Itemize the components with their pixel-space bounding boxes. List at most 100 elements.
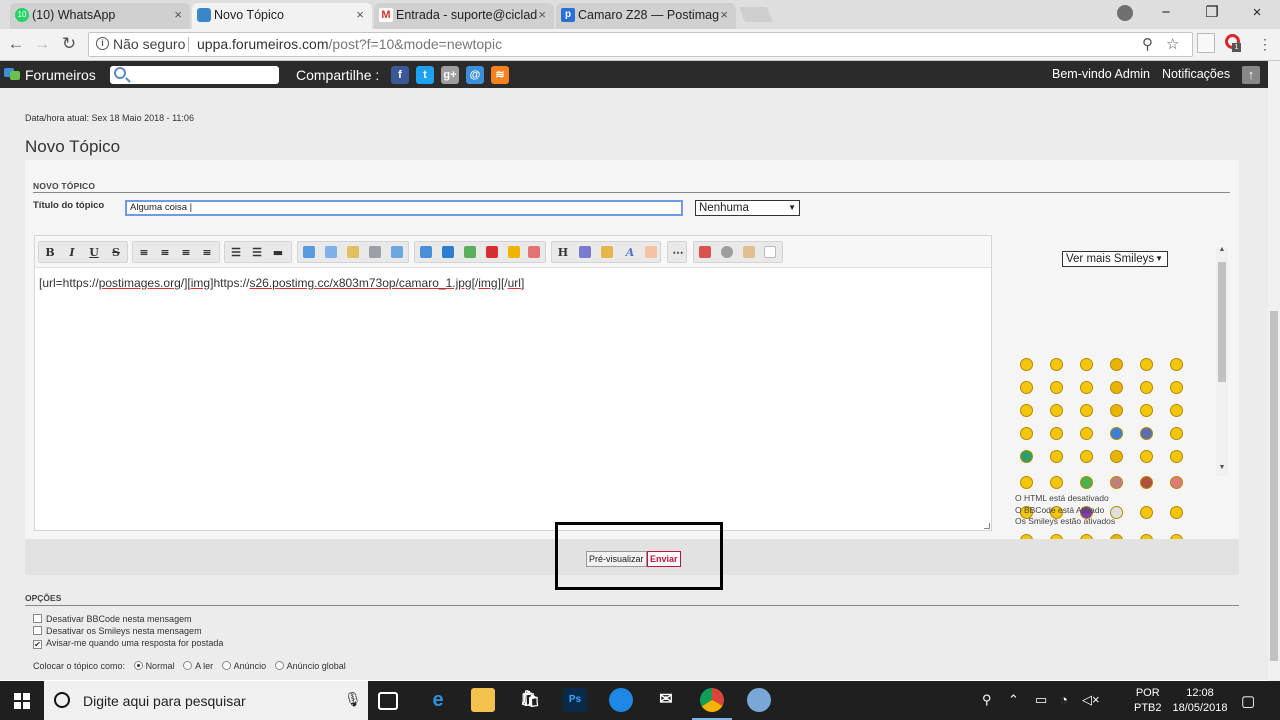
smiley-icon[interactable] (1170, 404, 1183, 417)
edge-icon[interactable]: e (426, 688, 450, 712)
forward-icon[interactable]: → (31, 33, 53, 55)
smiley-icon[interactable] (1170, 427, 1183, 440)
smiley-icon[interactable] (1020, 450, 1033, 463)
smiley-scrollbar[interactable]: ▲ ▼ (1216, 246, 1228, 476)
bullet-list-icon[interactable]: ☰ (229, 246, 243, 260)
preview-icon[interactable] (721, 246, 733, 258)
action-center-icon[interactable]: ▢ (1241, 692, 1255, 710)
smiley-icon[interactable] (1080, 427, 1093, 440)
resize-handle[interactable] (984, 523, 990, 529)
extension-icon[interactable] (1197, 33, 1215, 53)
smiley-icon[interactable] (1050, 476, 1063, 489)
more-icon[interactable]: ⋯ (671, 246, 685, 260)
smiley-icon[interactable] (1110, 450, 1123, 463)
page-scrollbar[interactable] (1268, 61, 1280, 681)
message-editor[interactable]: B I U S ≡ ≡ ≡ ≡ ☰ ☰ ▬ H A ⋯ [url=https:/… (34, 235, 992, 531)
editor-content[interactable]: [url=https://postimages.org/][img]https:… (39, 276, 524, 290)
mail-icon[interactable]: ✉ (654, 688, 678, 712)
close-icon[interactable]: × (720, 3, 728, 27)
safari-icon[interactable] (609, 688, 633, 712)
smiley-icon[interactable] (1170, 358, 1183, 371)
bookmark-star-icon[interactable]: ☆ (1166, 35, 1179, 53)
back-icon[interactable]: ← (5, 33, 27, 55)
smiley-icon[interactable] (1140, 404, 1153, 417)
scrollbar-thumb[interactable] (1218, 262, 1226, 382)
smiley-icon[interactable] (1050, 450, 1063, 463)
smiley-icon[interactable] (1140, 427, 1153, 440)
strike-icon[interactable]: S (109, 246, 123, 260)
spoiler-icon[interactable] (347, 246, 359, 258)
smiley-icon[interactable] (1020, 358, 1033, 371)
smiley-icon[interactable] (1080, 381, 1093, 394)
close-icon[interactable]: × (174, 3, 182, 27)
scroll-up-icon[interactable]: ▲ (1216, 246, 1228, 253)
topic-title-input[interactable]: Alguma coisa | (125, 200, 683, 216)
smiley-icon[interactable] (1080, 476, 1093, 489)
source-icon[interactable] (764, 246, 776, 258)
maximize-button[interactable]: ❐ (1189, 0, 1235, 28)
option-notify-reply[interactable]: ✔ Avisar-me quando uma resposta for posta… (33, 638, 223, 649)
clear-format-icon[interactable] (528, 246, 540, 258)
scroll-down-icon[interactable]: ▼ (1216, 464, 1228, 471)
youtube-icon[interactable] (486, 246, 498, 258)
smiley-icon[interactable] (1020, 476, 1033, 489)
smiley-icon[interactable] (1110, 381, 1123, 394)
flash-icon[interactable] (508, 246, 520, 258)
rss-icon[interactable]: ≋ (491, 66, 509, 84)
smiley-icon[interactable] (1080, 404, 1093, 417)
smiley-icon[interactable] (1020, 427, 1033, 440)
preview-button[interactable]: Pré-visualizar (586, 551, 647, 567)
tab-novo-topico[interactable]: Novo Tópico × (192, 3, 372, 29)
smiley-icon[interactable] (1020, 404, 1033, 417)
scrollbar-thumb[interactable] (1270, 311, 1278, 661)
profile-icon[interactable] (1117, 5, 1133, 21)
calendar-icon[interactable] (699, 246, 711, 258)
photoshop-icon[interactable]: Ps (563, 688, 587, 712)
host-image-icon[interactable] (442, 246, 454, 258)
info-icon[interactable]: i (96, 37, 109, 50)
url-text[interactable]: uppa.forumeiros.com/post?f=10&mode=newto… (197, 36, 502, 52)
twitter-icon[interactable]: t (416, 66, 434, 84)
smiley-icon[interactable] (1050, 427, 1063, 440)
smiley-icon[interactable] (1050, 381, 1063, 394)
numbered-list-icon[interactable]: ☰ (250, 246, 264, 260)
smiley-icon[interactable] (1140, 476, 1153, 489)
facebook-icon[interactable]: f (391, 66, 409, 84)
smiley-icon[interactable] (1110, 404, 1123, 417)
radio-normal[interactable] (133, 661, 143, 670)
welcome-link[interactable]: Bem-vindo Admin (1052, 67, 1150, 81)
radio-anuncio[interactable] (221, 661, 231, 670)
underline-icon[interactable]: U (87, 246, 101, 260)
tab-gmail[interactable]: M Entrada - suporte@ciclad × (374, 3, 554, 29)
brand-label[interactable]: Forumeiros (25, 67, 96, 83)
font-size-icon[interactable] (579, 246, 591, 258)
submit-button[interactable]: Enviar (647, 551, 681, 567)
highlight-icon[interactable] (645, 246, 657, 258)
zoom-icon[interactable]: ⚲ (1142, 35, 1153, 53)
clock[interactable]: 12:08 18/05/2018 (1170, 686, 1230, 716)
smiley-icon[interactable] (1080, 450, 1093, 463)
notifications-link[interactable]: Notificações (1162, 67, 1230, 81)
battery-icon[interactable]: ▭ (1035, 692, 1047, 708)
task-view-icon[interactable] (378, 692, 398, 710)
color-icon[interactable] (601, 246, 613, 258)
paste-icon[interactable] (743, 246, 755, 258)
people-icon[interactable]: ⚲ (982, 692, 992, 708)
smiley-icon[interactable] (1140, 506, 1153, 519)
link-icon[interactable] (464, 246, 476, 258)
checkbox[interactable] (33, 614, 42, 623)
heading-icon[interactable]: H (556, 246, 570, 260)
italic-icon[interactable]: I (65, 246, 79, 260)
store-icon[interactable]: 🛍 (518, 688, 542, 712)
smiley-icon[interactable] (1140, 358, 1153, 371)
bold-icon[interactable]: B (43, 246, 57, 260)
table-icon[interactable] (391, 246, 403, 258)
windows-start-icon[interactable] (14, 693, 30, 709)
new-tab-button[interactable] (739, 7, 773, 22)
align-center-icon[interactable]: ≡ (158, 246, 172, 260)
smiley-icon[interactable] (1110, 358, 1123, 371)
email-icon[interactable]: @ (466, 66, 484, 84)
file-explorer-icon[interactable] (471, 688, 495, 712)
forumeiros-logo-icon[interactable] (4, 66, 21, 81)
scroll-top-icon[interactable]: ↑ (1242, 66, 1260, 84)
